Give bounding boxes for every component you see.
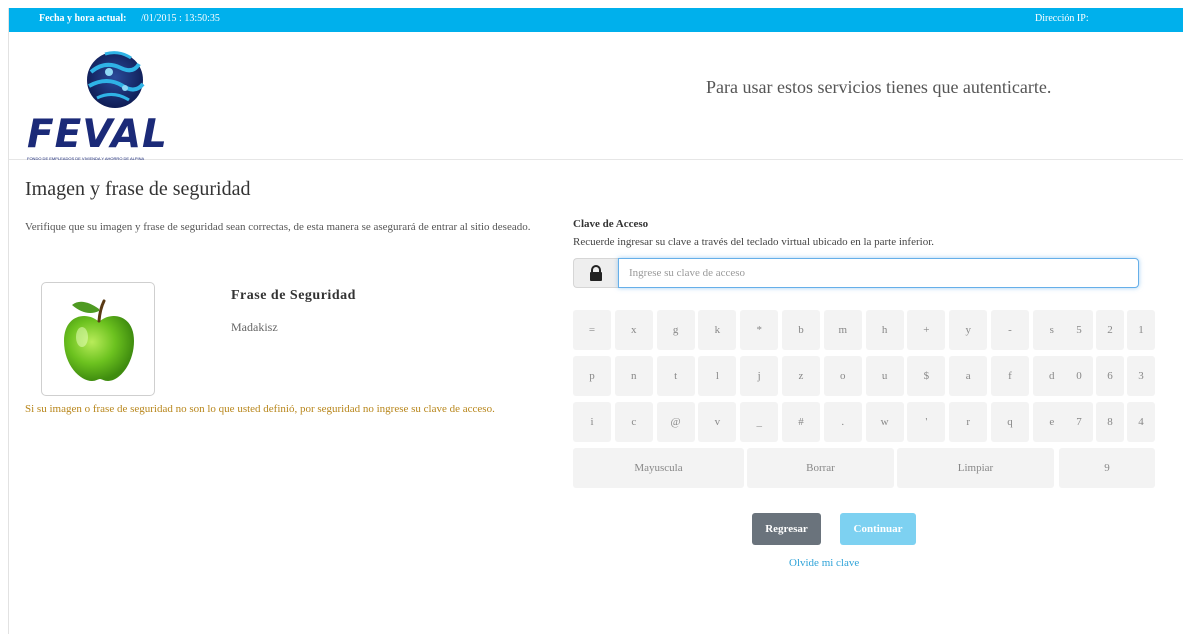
key-button[interactable]: z	[782, 356, 820, 396]
key-button[interactable]: q	[991, 402, 1029, 442]
key-button[interactable]: b	[782, 310, 820, 350]
password-input[interactable]	[618, 258, 1139, 288]
key-button[interactable]: .	[823, 402, 862, 442]
forgot-password-link[interactable]: Olvide mi clave	[789, 557, 859, 569]
datetime-value: /01/2015 : 13:50:35	[141, 13, 220, 24]
number-key-button[interactable]: 3	[1127, 356, 1155, 396]
number-key-button[interactable]: 4	[1127, 402, 1155, 442]
header: FEVAL FONDO DE EMPLEADOS DE VIVIENDA Y A…	[9, 32, 1183, 161]
clave-label: Clave de Acceso	[573, 218, 649, 230]
top-bar: Fecha y hora actual: /01/2015 : 13:50:35…	[9, 8, 1183, 32]
clear-key-button[interactable]: Limpiar	[897, 448, 1054, 488]
lock-icon	[590, 265, 602, 281]
key-button[interactable]: w	[865, 402, 904, 442]
number-key-button[interactable]: 5	[1065, 310, 1093, 350]
lock-addon	[573, 258, 618, 288]
key-button[interactable]: a	[949, 356, 988, 396]
clave-help: Recuerde ingresar su clave a través del …	[573, 236, 935, 248]
feval-logo: FEVAL FONDO DE EMPLEADOS DE VIVIENDA Y A…	[25, 42, 225, 161]
ip-address-label: Dirección IP:	[1035, 13, 1089, 24]
key-button[interactable]: @	[656, 402, 695, 442]
phrase-value: Madakisz	[231, 320, 278, 334]
key-button[interactable]: $	[907, 356, 946, 396]
security-panel: Verifique que su imagen y frase de segur…	[25, 218, 545, 415]
number-key-button[interactable]: 0	[1065, 356, 1093, 396]
key-button[interactable]: g	[656, 310, 695, 350]
key-button[interactable]: #	[782, 402, 820, 442]
key-button[interactable]: t	[656, 356, 695, 396]
number-key-button[interactable]: 8	[1096, 402, 1124, 442]
section-title: Imagen y frase de seguridad	[25, 178, 251, 200]
key-button[interactable]: n	[614, 356, 653, 396]
key-button[interactable]: =	[573, 310, 611, 350]
datetime-label: Fecha y hora actual:	[39, 13, 127, 24]
logo-subtitle: FONDO DE EMPLEADOS DE VIVIENDA Y AHORRO …	[27, 156, 145, 161]
key-button[interactable]: o	[823, 356, 862, 396]
warning-text: Si su imagen o frase de seguridad no son…	[25, 403, 495, 415]
key-button[interactable]: c	[614, 402, 653, 442]
key-button[interactable]: v	[698, 402, 737, 442]
key-button[interactable]: j	[740, 356, 779, 396]
key-button[interactable]: i	[573, 402, 611, 442]
globe-logo-icon	[87, 51, 145, 108]
key-button[interactable]: _	[740, 402, 779, 442]
number-key-button[interactable]: 6	[1096, 356, 1124, 396]
key-button[interactable]: *	[740, 310, 779, 350]
verify-text: Verifique que su imagen y frase de segur…	[25, 221, 531, 233]
key-button[interactable]: '	[907, 402, 946, 442]
green-apple-icon	[64, 299, 134, 381]
key-button[interactable]: m	[823, 310, 862, 350]
number-key-button[interactable]: 1	[1127, 310, 1155, 350]
continue-button[interactable]: Continuar	[840, 513, 916, 545]
key-button[interactable]: r	[949, 402, 988, 442]
key-button[interactable]: k	[698, 310, 737, 350]
password-row	[573, 258, 1139, 288]
delete-key-button[interactable]: Borrar	[747, 448, 894, 488]
key-button[interactable]: u	[865, 356, 904, 396]
logo-text: FEVAL	[27, 112, 168, 157]
key-button[interactable]: p	[573, 356, 611, 396]
key-button[interactable]: l	[698, 356, 737, 396]
number-key-button[interactable]: 2	[1096, 310, 1124, 350]
key-button[interactable]: y	[949, 310, 988, 350]
number-key-button[interactable]: 9	[1059, 448, 1155, 488]
phrase-title: Frase de Seguridad	[231, 288, 356, 303]
login-panel: Clave de Acceso Recuerde ingresar su cla…	[573, 218, 1155, 488]
key-button[interactable]: x	[614, 310, 653, 350]
security-image-box	[41, 282, 155, 396]
uppercase-key-button[interactable]: Mayuscula	[573, 448, 744, 488]
key-button[interactable]: f	[991, 356, 1029, 396]
back-button[interactable]: Regresar	[752, 513, 821, 545]
page-frame: Fecha y hora actual: /01/2015 : 13:50:35…	[8, 8, 1183, 634]
key-button[interactable]: +	[907, 310, 946, 350]
key-button[interactable]: h	[865, 310, 904, 350]
number-key-button[interactable]: 7	[1065, 402, 1093, 442]
key-button[interactable]: -	[991, 310, 1029, 350]
auth-message: Para usar estos servicios tienes que aut…	[706, 77, 1052, 97]
